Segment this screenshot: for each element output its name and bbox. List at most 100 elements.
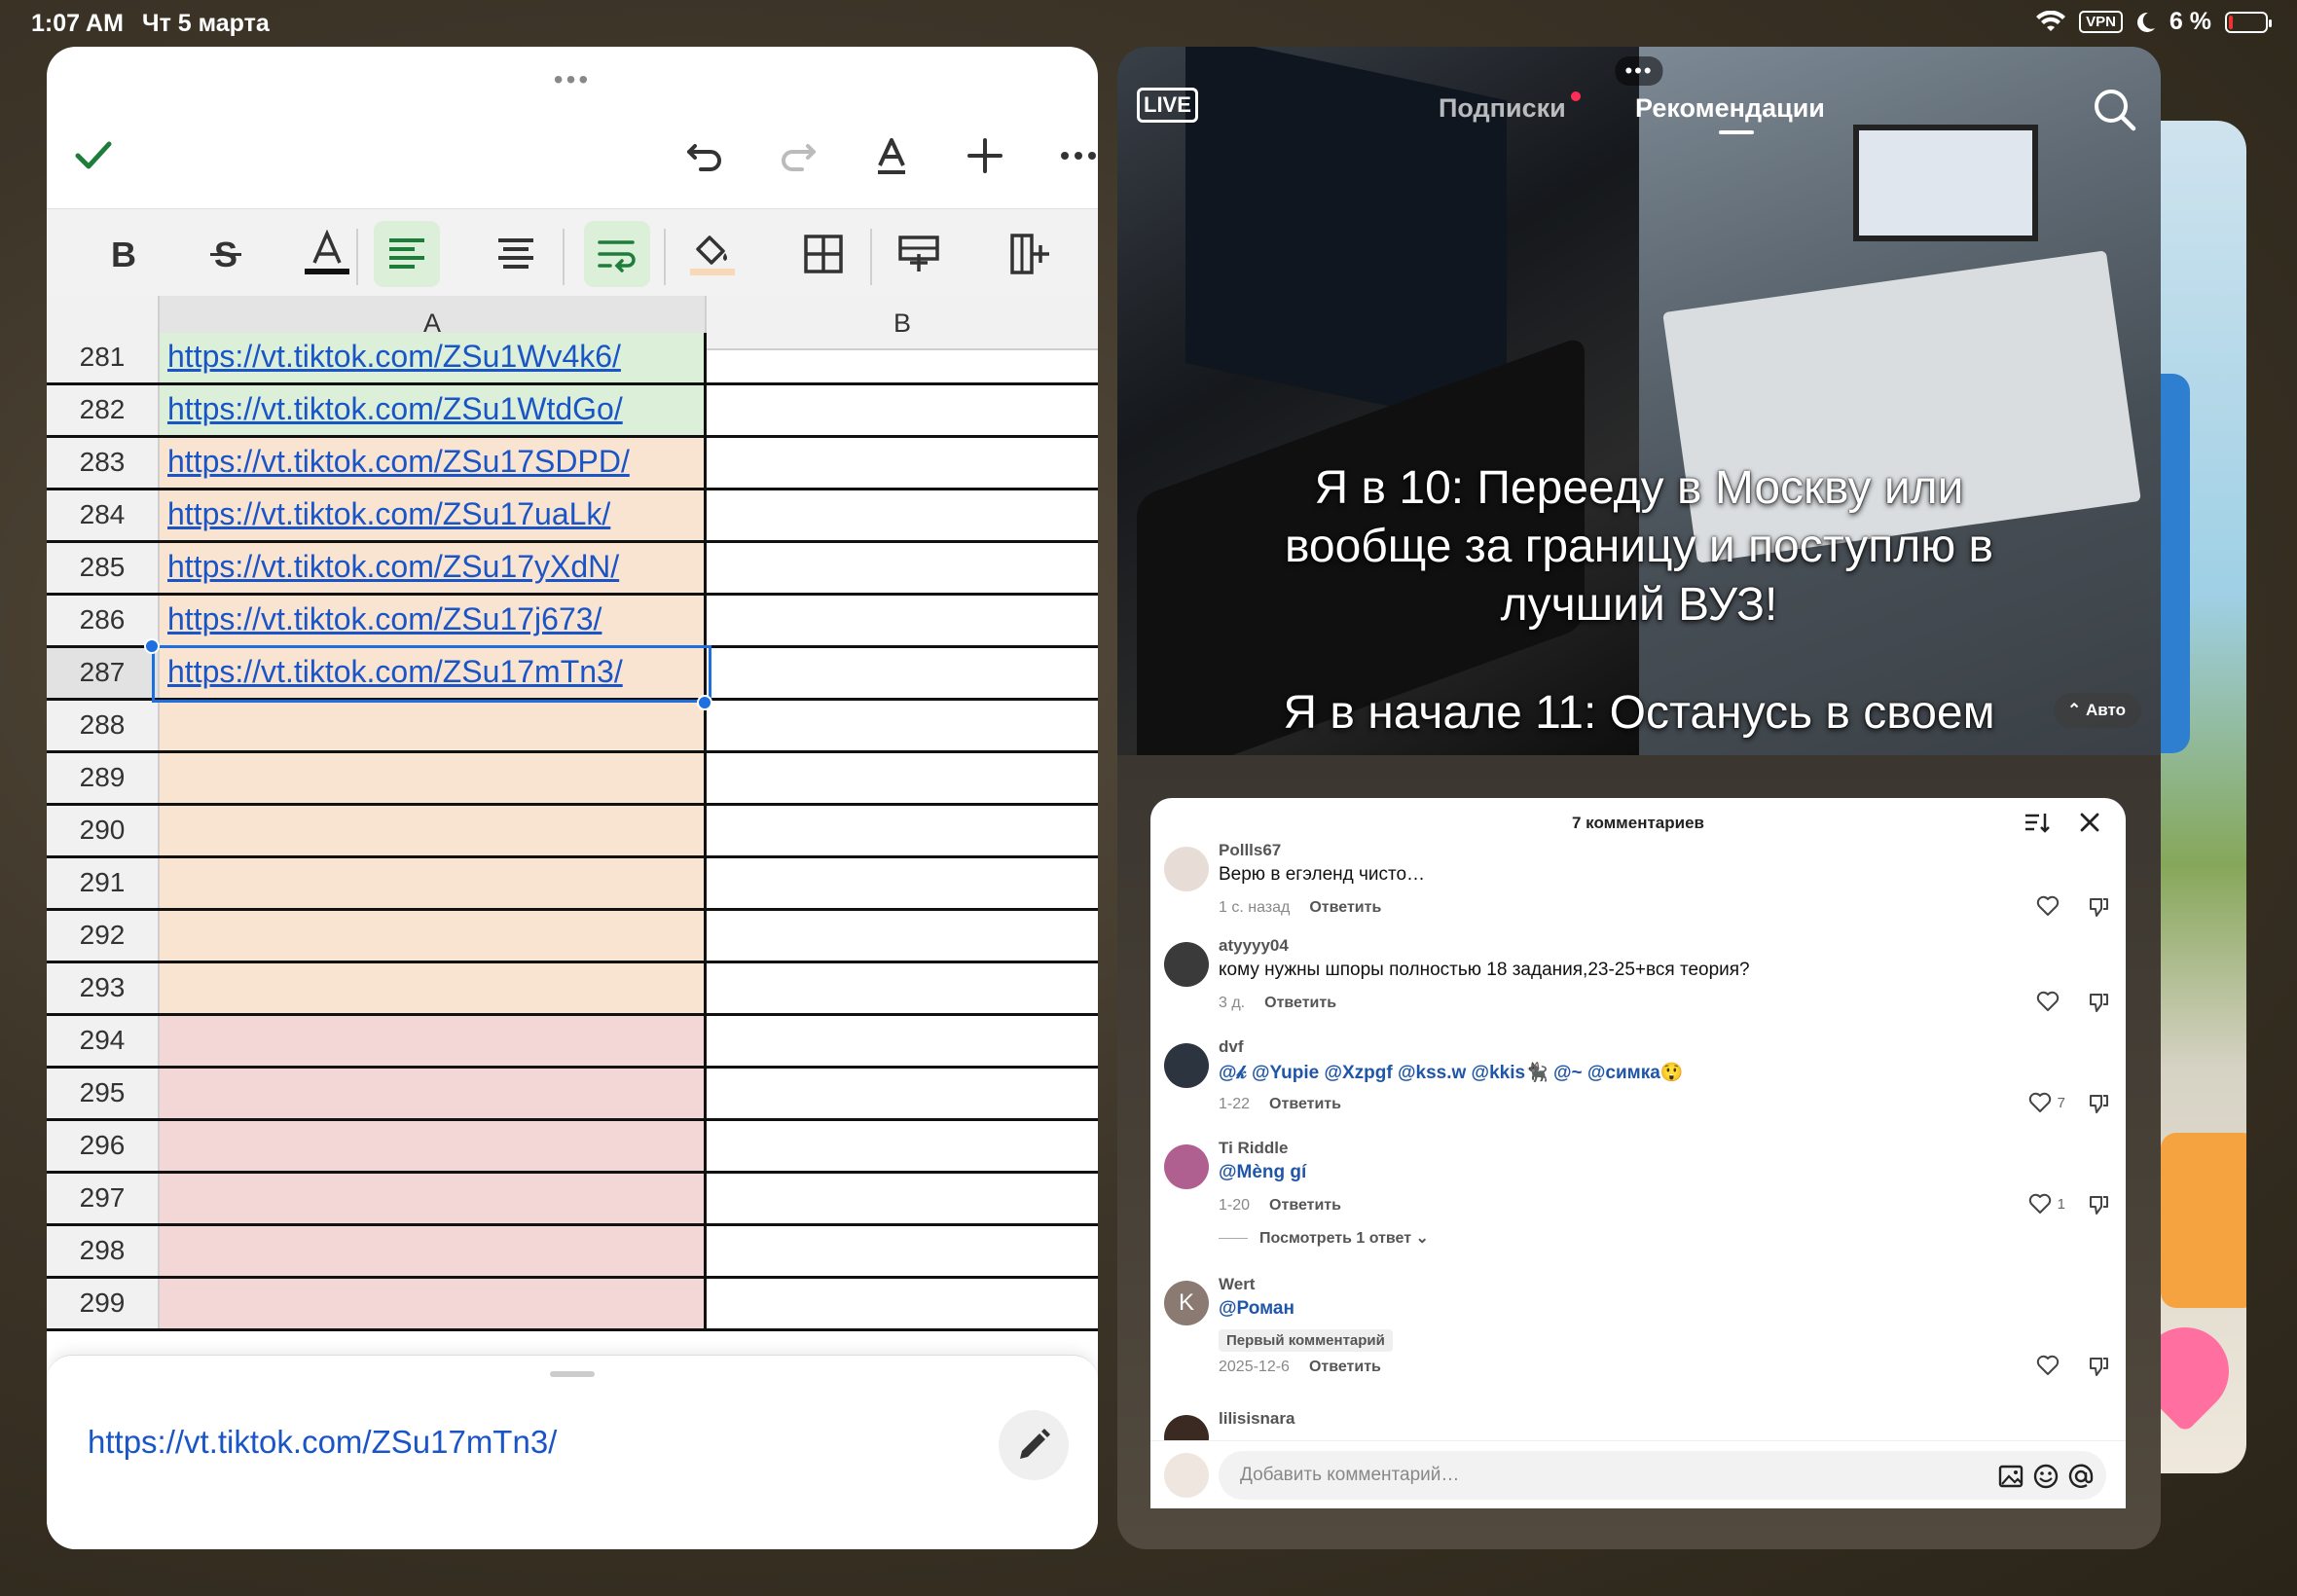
like-button[interactable]: 7 — [2028, 1092, 2065, 1113]
row-header[interactable]: 299 — [47, 1279, 160, 1328]
cell-a[interactable] — [160, 701, 707, 750]
avatar[interactable] — [1164, 1144, 1209, 1189]
insert-row-icon[interactable] — [886, 221, 952, 287]
cell-b[interactable] — [707, 596, 1098, 645]
cell-a[interactable] — [160, 1016, 707, 1066]
sort-icon[interactable] — [2023, 808, 2052, 837]
cell-b[interactable] — [707, 543, 1098, 593]
reply-button[interactable]: Ответить — [1269, 1197, 1341, 1214]
cell-b[interactable] — [707, 1279, 1098, 1328]
cell-b[interactable] — [707, 806, 1098, 855]
row-header[interactable]: 297 — [47, 1174, 160, 1223]
more-icon[interactable] — [1049, 127, 1098, 185]
cell-a[interactable] — [160, 1174, 707, 1223]
selection-handle[interactable] — [144, 638, 160, 654]
close-icon[interactable] — [2075, 808, 2104, 837]
cell-a[interactable] — [160, 753, 707, 803]
row-header[interactable]: 289 — [47, 753, 160, 803]
reply-button[interactable]: Ответить — [1264, 995, 1336, 1011]
like-button[interactable] — [2036, 1355, 2065, 1376]
search-icon[interactable] — [2091, 86, 2139, 134]
comment-username[interactable]: Pollls67 — [1219, 841, 1281, 860]
row-header[interactable]: 296 — [47, 1121, 160, 1171]
spreadsheet-grid[interactable]: A B 281 https://vt.tiktok.com/ZSu1Wv4k6/2… — [47, 296, 1098, 1396]
dislike-button[interactable] — [2087, 1355, 2112, 1380]
video-frame-laptop[interactable] — [1117, 47, 1639, 790]
reply-button[interactable]: Ответить — [1269, 1096, 1341, 1112]
dislike-button[interactable] — [2087, 1092, 2112, 1117]
row-header[interactable]: 295 — [47, 1069, 160, 1118]
insert-column-icon[interactable] — [997, 221, 1063, 287]
comment-username[interactable]: Ti Riddle — [1219, 1139, 1288, 1158]
dislike-button[interactable] — [2087, 991, 2112, 1016]
image-icon[interactable] — [1997, 1463, 2024, 1490]
row-header[interactable]: 286 — [47, 596, 160, 645]
cell-a[interactable]: https://vt.tiktok.com/ZSu1WtdGo/ — [160, 385, 707, 435]
comment-username[interactable]: atyyyy04 — [1219, 936, 1289, 956]
cell-b[interactable] — [707, 753, 1098, 803]
cell-a[interactable] — [160, 1121, 707, 1171]
cell-a[interactable] — [160, 963, 707, 1013]
add-icon[interactable] — [956, 127, 1014, 185]
cell-a[interactable]: https://vt.tiktok.com/ZSu17uaLk/ — [160, 490, 707, 540]
align-center-icon[interactable] — [483, 221, 549, 287]
cell-a[interactable]: https://vt.tiktok.com/ZSu17yXdN/ — [160, 543, 707, 593]
panel-grab-handle[interactable] — [550, 1371, 595, 1377]
like-button[interactable] — [2036, 895, 2065, 917]
cell-a[interactable]: https://vt.tiktok.com/ZSu17SDPD/ — [160, 438, 707, 488]
redo-icon[interactable] — [769, 127, 827, 185]
comment-username[interactable]: lilisisnara — [1219, 1409, 1294, 1429]
borders-icon[interactable] — [790, 221, 857, 287]
dislike-button[interactable] — [2087, 1193, 2112, 1218]
row-header[interactable]: 298 — [47, 1226, 160, 1276]
cell-b[interactable] — [707, 1174, 1098, 1223]
row-header[interactable]: 285 — [47, 543, 160, 593]
cell-a[interactable] — [160, 911, 707, 961]
auto-scroll-button[interactable]: ⌃ Авто — [2054, 693, 2141, 728]
row-header[interactable]: 292 — [47, 911, 160, 961]
live-button[interactable]: LIVE — [1137, 88, 1198, 123]
comment-input[interactable]: Добавить комментарий… — [1219, 1451, 2106, 1500]
tab-for-you[interactable]: Рекомендации — [1635, 93, 1825, 124]
row-header[interactable]: 294 — [47, 1016, 160, 1066]
cell-b[interactable] — [707, 490, 1098, 540]
text-format-icon[interactable] — [862, 127, 921, 185]
reply-button[interactable]: Ответить — [1309, 1359, 1381, 1375]
comment-username[interactable]: dvf — [1219, 1037, 1244, 1057]
cell-a[interactable] — [160, 858, 707, 908]
row-header[interactable]: 283 — [47, 438, 160, 488]
row-header[interactable]: 287 — [47, 648, 160, 698]
cell-b[interactable] — [707, 858, 1098, 908]
cell-a[interactable] — [160, 1279, 707, 1328]
cell-a[interactable] — [160, 806, 707, 855]
tab-following[interactable]: Подписки — [1439, 93, 1566, 124]
like-button[interactable]: 1 — [2028, 1193, 2065, 1215]
cell-value-text[interactable]: https://vt.tiktok.com/ZSu17mTn3/ — [88, 1424, 557, 1461]
reply-button[interactable]: Ответить — [1309, 899, 1381, 916]
align-left-icon[interactable] — [374, 221, 440, 287]
cell-b[interactable] — [707, 385, 1098, 435]
cell-b[interactable] — [707, 701, 1098, 750]
cell-a[interactable]: https://vt.tiktok.com/ZSu17j673/ — [160, 596, 707, 645]
cell-b[interactable] — [707, 1226, 1098, 1276]
like-button[interactable] — [2036, 991, 2065, 1012]
row-header[interactable]: 281 — [47, 333, 160, 382]
bold-icon[interactable]: B — [90, 221, 156, 287]
avatar[interactable] — [1164, 847, 1209, 891]
row-header[interactable]: 282 — [47, 385, 160, 435]
text-color-icon[interactable] — [294, 221, 360, 287]
avatar[interactable] — [1164, 1043, 1209, 1088]
cell-b[interactable] — [707, 911, 1098, 961]
cell-b[interactable] — [707, 1069, 1098, 1118]
row-header[interactable]: 290 — [47, 806, 160, 855]
avatar[interactable]: K — [1164, 1281, 1209, 1325]
view-replies-button[interactable]: Посмотреть 1 ответ ⌄ — [1219, 1228, 1429, 1248]
row-header[interactable]: 288 — [47, 701, 160, 750]
wrap-text-icon[interactable] — [584, 221, 650, 287]
dislike-button[interactable] — [2087, 895, 2112, 921]
row-header[interactable]: 291 — [47, 858, 160, 908]
cell-b[interactable] — [707, 438, 1098, 488]
cell-b[interactable] — [707, 648, 1098, 698]
cell-b[interactable] — [707, 333, 1098, 382]
cell-a[interactable]: https://vt.tiktok.com/ZSu17mTn3/ — [160, 648, 707, 698]
